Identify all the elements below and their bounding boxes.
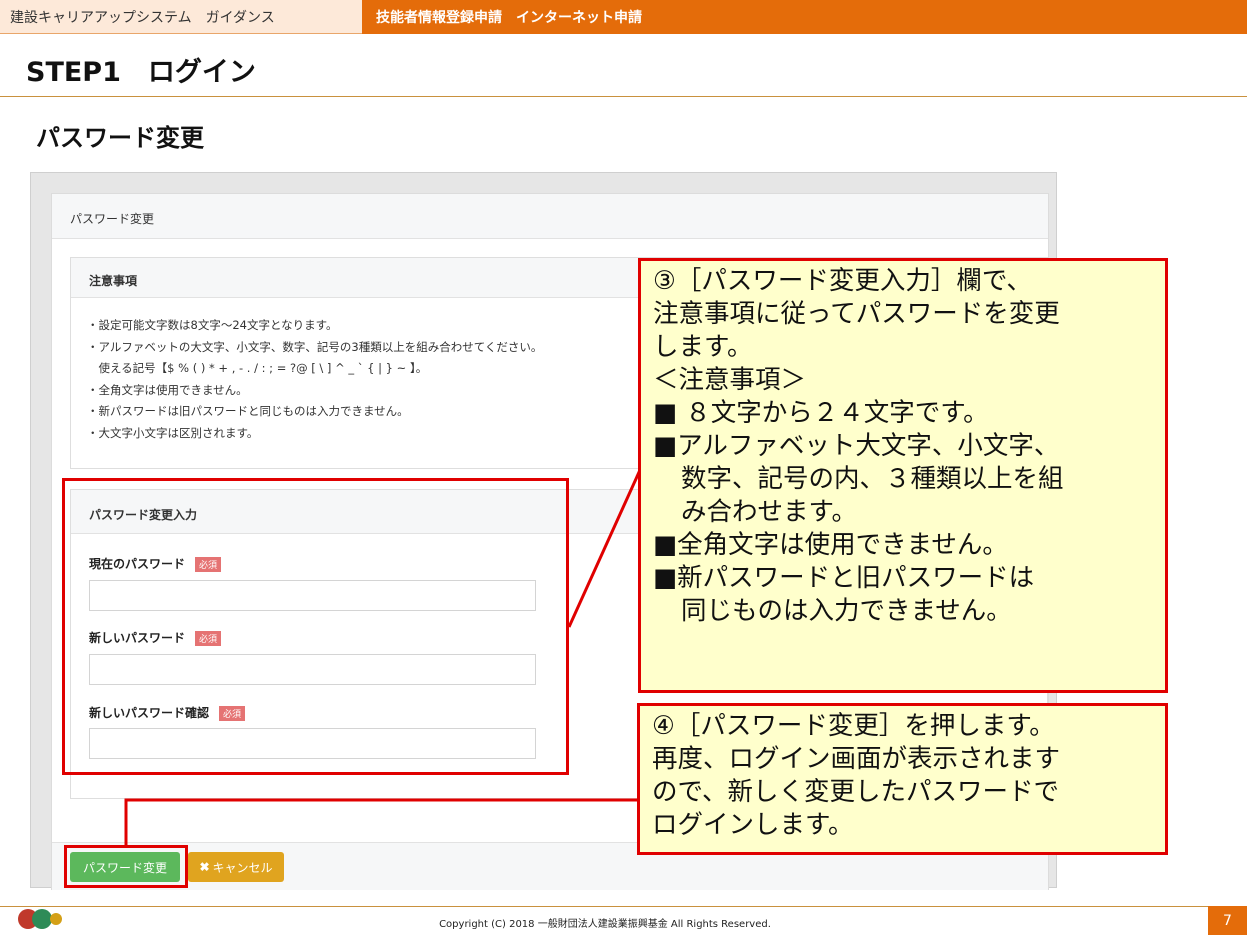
input-section-highlight	[62, 478, 569, 775]
page-title: パスワード変更	[36, 124, 204, 152]
change-button-highlight	[64, 845, 188, 888]
panel-title: パスワード変更	[52, 194, 1048, 239]
footer-divider	[0, 906, 1247, 907]
callout-step4: ④［パスワード変更］を押します。 再度、ログイン画面が表示されます ので、新しく…	[637, 703, 1168, 855]
copyright-text: Copyright (C) 2018 一般財団法人建設業振興基金 All Rig…	[439, 919, 771, 930]
divider	[0, 96, 1247, 97]
callout-step3: ③［パスワード変更入力］欄で、 注意事項に従ってパスワードを変更 します。 ＜注…	[638, 258, 1168, 693]
step-title: STEP1 ログイン	[26, 57, 256, 88]
top-header: 建設キャリアアップシステム ガイダンス 技能者情報登録申請 インターネット申請	[0, 0, 1247, 34]
header-left-title: 建設キャリアアップシステム ガイダンス	[0, 0, 362, 34]
close-icon: ✖	[199, 860, 210, 874]
cancel-button[interactable]: ✖ キャンセル	[188, 852, 284, 882]
header-right-title: 技能者情報登録申請 インターネット申請	[362, 0, 1247, 34]
page-number: 7	[1208, 906, 1247, 935]
